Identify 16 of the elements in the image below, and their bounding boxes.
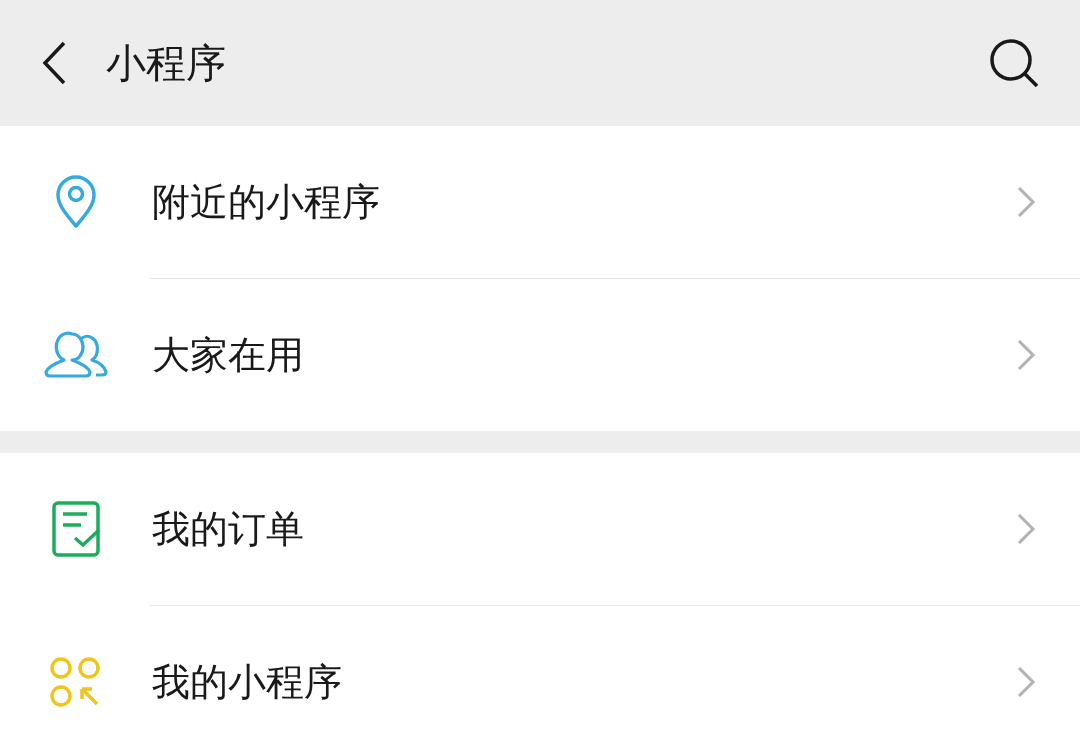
menu-item[interactable]: 附近的小程序 — [0, 126, 1080, 278]
apps-icon — [49, 656, 103, 708]
menu-item[interactable]: 我的订单 — [0, 453, 1080, 605]
search-button[interactable] — [988, 37, 1040, 89]
chevron-icon — [1016, 512, 1036, 546]
menu-item[interactable]: 大家在用 — [0, 279, 1080, 431]
checklist-icon — [51, 500, 101, 558]
search-icon — [988, 37, 1040, 89]
back-button[interactable] — [40, 40, 68, 86]
chevron-icon — [1016, 665, 1036, 699]
chevron-icon — [1016, 185, 1036, 219]
chevron-icon — [1016, 338, 1036, 372]
menu-item[interactable]: 我的小程序 — [0, 606, 1080, 739]
page-title: 小程序 — [106, 39, 227, 88]
people-icon — [44, 330, 108, 380]
back-icon — [40, 40, 68, 86]
